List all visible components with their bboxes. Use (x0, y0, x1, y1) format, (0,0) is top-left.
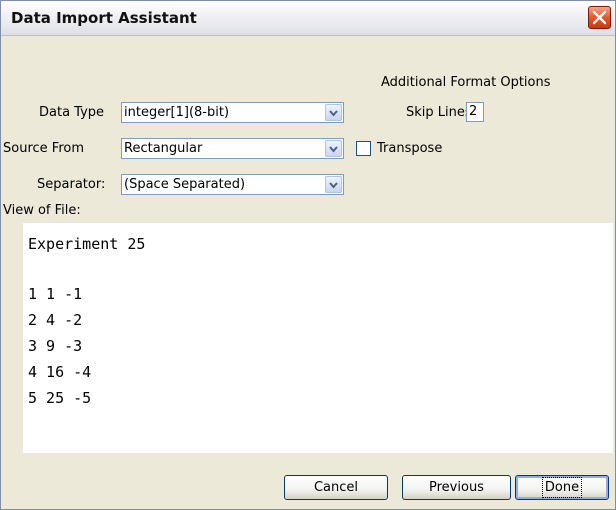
done-button[interactable]: Done (515, 475, 609, 500)
data-type-select[interactable]: integer[1](8-bit) (121, 102, 344, 123)
separator-value: (Space Separated) (124, 177, 246, 192)
chevron-down-icon (329, 182, 338, 189)
transpose-label: Transpose (377, 141, 443, 156)
chevron-down-icon (329, 146, 338, 153)
dialog-title: Data Import Assistant (11, 9, 197, 27)
data-type-dropdown-button[interactable] (325, 104, 342, 121)
cancel-button-label: Cancel (313, 480, 359, 495)
source-from-dropdown-button[interactable] (325, 140, 342, 157)
skip-lines-input[interactable]: 2 (466, 102, 484, 122)
skip-lines-value: 2 (469, 104, 478, 119)
file-line: 3 9 -3 (28, 337, 83, 355)
data-type-value: integer[1](8-bit) (124, 105, 230, 120)
file-preview[interactable]: Experiment 25 1 1 -1 2 4 -2 3 9 -3 4 16 … (23, 223, 613, 453)
chevron-down-icon (329, 110, 338, 117)
view-of-file-label: View of File: (3, 203, 81, 218)
close-icon (592, 10, 607, 25)
separator-select[interactable]: (Space Separated) (121, 174, 344, 195)
done-button-label: Done (541, 477, 583, 498)
additional-format-options-label: Additional Format Options (381, 75, 551, 90)
skip-lines-label: Skip Lines (406, 105, 472, 120)
source-from-select[interactable]: Rectangular (121, 138, 344, 159)
data-import-dialog: Data Import Assistant Additional Format … (0, 0, 616, 510)
data-type-label: Data Type (39, 105, 105, 120)
source-from-label: Source From (3, 141, 84, 156)
file-line: 1 1 -1 (28, 285, 83, 303)
cancel-button[interactable]: Cancel (284, 475, 388, 500)
source-from-value: Rectangular (124, 141, 203, 156)
file-line: 5 25 -5 (28, 389, 92, 407)
transpose-checkbox[interactable] (356, 141, 371, 156)
close-button[interactable] (588, 6, 611, 29)
file-line: Experiment 25 (28, 235, 146, 253)
separator-label: Separator: (37, 177, 106, 192)
title-bar[interactable]: Data Import Assistant (1, 1, 615, 36)
previous-button-label: Previous (429, 480, 484, 495)
file-line: 4 16 -4 (28, 363, 92, 381)
separator-dropdown-button[interactable] (325, 176, 342, 193)
previous-button[interactable]: Previous (402, 475, 511, 500)
file-line: 2 4 -2 (28, 311, 83, 329)
